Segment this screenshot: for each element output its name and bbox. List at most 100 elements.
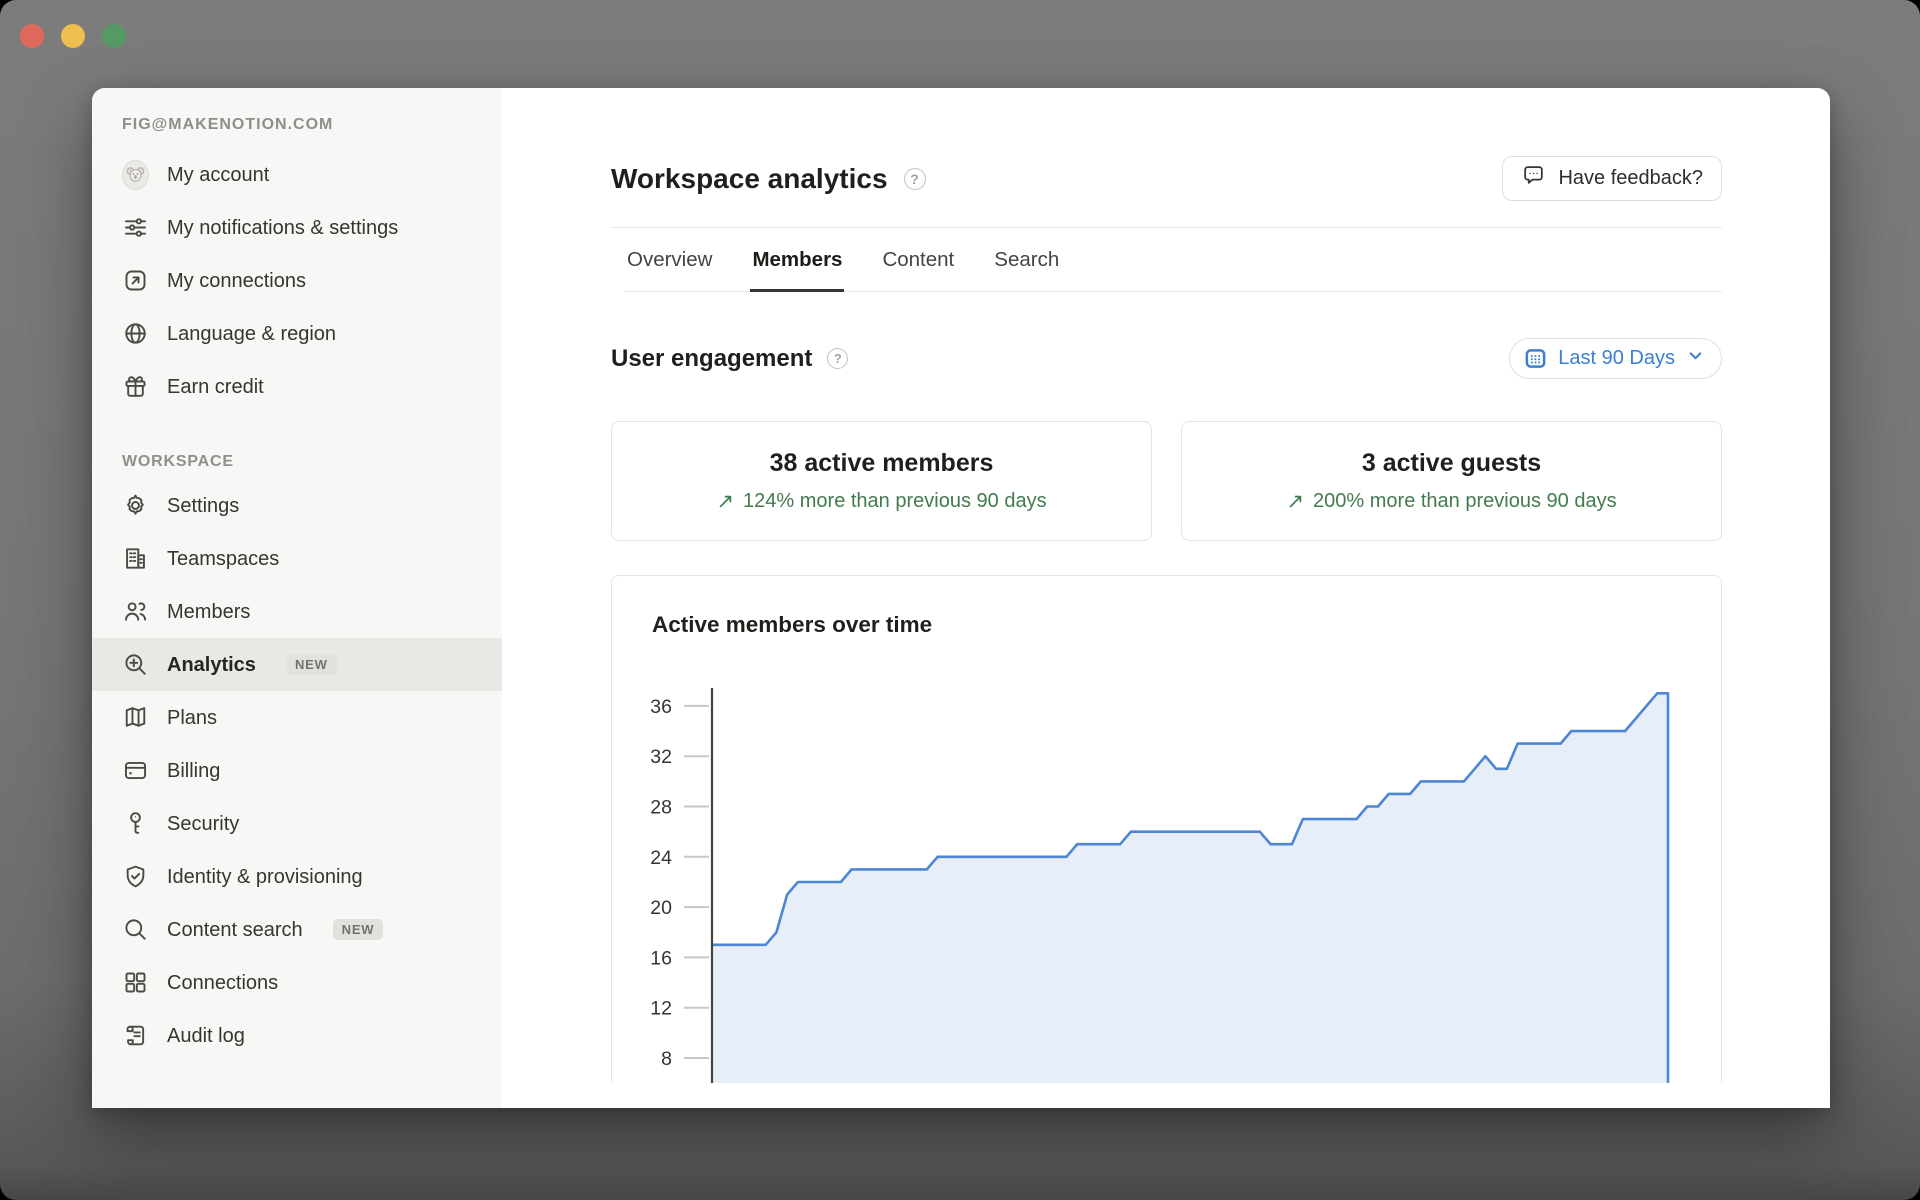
active-members-chart-card: Active members over time 812162024283236 xyxy=(611,575,1722,1083)
account-email-label: FIG@MAKENOTION.COM xyxy=(122,116,502,134)
sidebar-workspace-list: Settings Teamspaces Members Analytics NE… xyxy=(92,479,502,1062)
sidebar-item-label: Teamspaces xyxy=(167,534,279,584)
window-traffic-lights xyxy=(20,24,126,48)
date-range-dropdown[interactable]: Last 90 Days xyxy=(1509,338,1722,379)
date-range-label: Last 90 Days xyxy=(1558,347,1675,370)
y-tick-label: 20 xyxy=(650,897,672,919)
sidebar-item-label: My connections xyxy=(167,256,306,306)
sidebar-item-content-search[interactable]: Content search NEW xyxy=(92,903,502,956)
sidebar-item-label: Earn credit xyxy=(167,362,264,412)
analytics-tabs: Overview Members Content Search xyxy=(625,228,1722,292)
new-badge: NEW xyxy=(333,919,384,940)
trend-up-arrow-icon: ↗ xyxy=(1286,489,1304,514)
trend-up-arrow-icon: ↗ xyxy=(716,489,734,514)
sidebar-account-list: My account My notifications & settings M… xyxy=(92,148,502,413)
shield-check-icon xyxy=(122,863,149,890)
sidebar-item-earn-credit[interactable]: Earn credit xyxy=(92,360,502,413)
sidebar-item-connections[interactable]: Connections xyxy=(92,956,502,1009)
stat-delta: ↗ 200% more than previous 90 days xyxy=(1286,489,1616,514)
y-tick-label: 16 xyxy=(650,947,672,969)
sidebar-item-identity-provisioning[interactable]: Identity & provisioning xyxy=(92,850,502,903)
sidebar-item-audit-log[interactable]: Audit log xyxy=(92,1009,502,1062)
sidebar-item-security[interactable]: Security xyxy=(92,797,502,850)
workspace-section-label: WORKSPACE xyxy=(122,453,502,471)
settings-window: FIG@MAKENOTION.COM My account My notific… xyxy=(92,88,1830,1108)
gear-icon xyxy=(122,492,149,519)
sidebar-item-settings[interactable]: Settings xyxy=(92,479,502,532)
building-icon xyxy=(122,545,149,572)
calendar-icon xyxy=(1524,347,1547,370)
tab-members[interactable]: Members xyxy=(750,228,844,292)
y-tick-label: 32 xyxy=(650,746,672,768)
tab-search[interactable]: Search xyxy=(992,228,1061,292)
stat-card: 3 active guests ↗ 200% more than previou… xyxy=(1181,421,1722,541)
sidebar-item-label: Audit log xyxy=(167,1011,245,1061)
sliders-icon xyxy=(122,214,149,241)
sidebar-item-label: Identity & provisioning xyxy=(167,852,363,902)
y-tick-label: 24 xyxy=(650,847,672,869)
stat-cards-row: 38 active members ↗ 124% more than previ… xyxy=(611,421,1722,541)
y-tick-label: 12 xyxy=(650,998,672,1020)
search-icon xyxy=(122,916,149,943)
stat-delta: ↗ 124% more than previous 90 days xyxy=(716,489,1046,514)
key-icon xyxy=(122,810,149,837)
desktop-background: FIG@MAKENOTION.COM My account My notific… xyxy=(0,0,1920,1200)
have-feedback-label: Have feedback? xyxy=(1558,167,1703,190)
arrow-out-box-icon xyxy=(122,267,149,294)
user-engagement-title: User engagement xyxy=(611,345,812,373)
sidebar-item-members[interactable]: Members xyxy=(92,585,502,638)
analytics-main-panel: Workspace analytics ? Have feedback? Ove… xyxy=(502,88,1830,1108)
page-header: Workspace analytics ? Have feedback? xyxy=(611,156,1722,201)
minimize-button[interactable] xyxy=(61,24,85,48)
user-engagement-header: User engagement ? Last 90 Days xyxy=(611,338,1722,379)
map-icon xyxy=(122,704,149,731)
close-button[interactable] xyxy=(20,24,44,48)
sidebar-item-my-notifications-settings[interactable]: My notifications & settings xyxy=(92,201,502,254)
magnifier-sparkle-icon xyxy=(122,651,149,678)
new-badge: NEW xyxy=(286,654,337,675)
sidebar-item-label: Billing xyxy=(167,746,220,796)
tab-content[interactable]: Content xyxy=(880,228,956,292)
stat-headline: 38 active members xyxy=(770,449,994,478)
sidebar-item-label: Analytics xyxy=(167,640,256,690)
sidebar-item-label: Security xyxy=(167,799,239,849)
zoom-button[interactable] xyxy=(102,24,126,48)
help-icon[interactable]: ? xyxy=(904,168,926,190)
y-tick-label: 36 xyxy=(650,696,672,718)
page-title: Workspace analytics xyxy=(611,163,888,195)
grid-icon xyxy=(122,969,149,996)
chat-bubble-icon xyxy=(1521,163,1546,194)
gift-icon xyxy=(122,373,149,400)
settings-sidebar: FIG@MAKENOTION.COM My account My notific… xyxy=(92,88,502,1108)
engagement-help-icon[interactable]: ? xyxy=(827,348,848,369)
credit-card-icon xyxy=(122,757,149,784)
sidebar-item-label: Settings xyxy=(167,481,239,531)
chart-area-fill xyxy=(712,693,1668,1083)
sidebar-item-label: Connections xyxy=(167,958,278,1008)
scroll-icon xyxy=(122,1022,149,1049)
sidebar-item-my-account[interactable]: My account xyxy=(92,148,502,201)
stat-headline: 3 active guests xyxy=(1362,449,1541,478)
sidebar-item-my-connections[interactable]: My connections xyxy=(92,254,502,307)
sidebar-item-label: Language & region xyxy=(167,309,336,359)
sidebar-item-analytics[interactable]: Analytics NEW xyxy=(92,638,502,691)
y-tick-label: 8 xyxy=(661,1048,672,1070)
sidebar-item-teamspaces[interactable]: Teamspaces xyxy=(92,532,502,585)
stat-card: 38 active members ↗ 124% more than previ… xyxy=(611,421,1152,541)
sidebar-item-billing[interactable]: Billing xyxy=(92,744,502,797)
globe-icon xyxy=(122,320,149,347)
tab-overview[interactable]: Overview xyxy=(625,228,714,292)
sidebar-item-plans[interactable]: Plans xyxy=(92,691,502,744)
sidebar-item-label: My account xyxy=(167,150,269,200)
sidebar-item-label: My notifications & settings xyxy=(167,203,398,253)
people-icon xyxy=(122,598,149,625)
sidebar-item-label: Members xyxy=(167,587,250,637)
chevron-down-icon xyxy=(1687,347,1704,370)
y-tick-label: 28 xyxy=(650,797,672,819)
have-feedback-button[interactable]: Have feedback? xyxy=(1502,156,1722,201)
sidebar-item-label: Plans xyxy=(167,693,217,743)
user-avatar xyxy=(122,161,149,188)
sidebar-item-language-region[interactable]: Language & region xyxy=(92,307,502,360)
sidebar-item-label: Content search xyxy=(167,905,303,955)
members-chart-svg: 8 12 16 20 24 28 32 36 xyxy=(612,576,1721,1083)
